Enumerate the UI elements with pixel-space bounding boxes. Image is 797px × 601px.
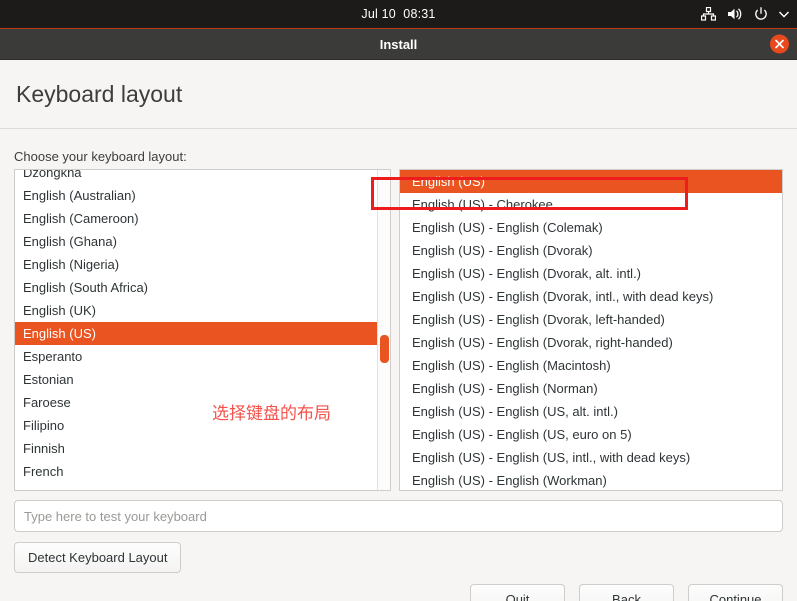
language-list[interactable]: Dzongkha English (Australian) English (Cam… <box>14 169 391 491</box>
chevron-down-icon[interactable] <box>779 11 789 18</box>
list-item[interactable]: Esperanto <box>15 345 390 368</box>
close-icon[interactable] <box>770 34 789 54</box>
page-header: Keyboard layout <box>0 60 797 129</box>
list-item[interactable]: English (US) - English (Dvorak, intl., w… <box>400 285 782 308</box>
page-title: Keyboard layout <box>16 80 183 107</box>
list-item[interactable]: English (Nigeria) <box>15 253 390 276</box>
list-item[interactable]: English (US) - Cherokee <box>400 193 782 216</box>
list-item[interactable]: English (US) - English (US, intl., with … <box>400 446 782 469</box>
detect-keyboard-layout-button[interactable]: Detect Keyboard Layout <box>14 542 182 573</box>
system-tray <box>701 0 789 28</box>
list-item[interactable]: French <box>15 460 390 483</box>
back-button[interactable]: Back <box>579 584 674 601</box>
list-item[interactable]: English (Ghana) <box>15 230 390 253</box>
list-item[interactable]: English (US) - English (Dvorak, right-ha… <box>400 331 782 354</box>
list-item[interactable]: English (US) <box>15 322 390 345</box>
annotation-text: 选择键盘的布局 <box>212 404 331 424</box>
list-item[interactable]: English (South Africa) <box>15 276 390 299</box>
installer-window: Install Keyboard layout Choose your keyb… <box>0 28 797 601</box>
variant-list[interactable]: English (US) English (US) - Cherokee Engli… <box>399 169 783 491</box>
list-item[interactable]: Filipino <box>15 414 390 437</box>
network-icon[interactable] <box>701 7 716 21</box>
power-icon[interactable] <box>754 7 768 21</box>
clock[interactable]: Jul 10 08:31 <box>361 7 435 21</box>
choose-layout-label: Choose your keyboard layout: <box>14 149 187 164</box>
list-item[interactable]: Finnish <box>15 437 390 460</box>
list-item[interactable]: English (US) - English (Dvorak, left-han… <box>400 308 782 331</box>
footer-buttons: Quit Back Continue <box>470 584 783 601</box>
keyboard-test-input[interactable] <box>14 500 783 532</box>
language-list-items: Dzongkha English (Australian) English (Cam… <box>15 170 390 483</box>
list-item[interactable]: English (US) - English (Macintosh) <box>400 354 782 377</box>
window-title: Install <box>379 36 418 52</box>
language-list-scrollbar[interactable] <box>377 170 390 490</box>
window-titlebar: Install <box>0 29 797 60</box>
list-item[interactable]: Faroese <box>15 391 390 414</box>
system-topbar: Jul 10 08:31 <box>0 0 797 28</box>
language-list-scroll-thumb[interactable] <box>380 335 389 363</box>
page-body: Choose your keyboard layout: Dzongkha Eng… <box>0 129 797 601</box>
list-item[interactable]: English (US) - English (US, euro on 5) <box>400 423 782 446</box>
keyboard-lists-row: Dzongkha English (Australian) English (Cam… <box>14 169 783 491</box>
list-item[interactable]: Dzongkha <box>15 170 390 184</box>
list-item[interactable]: English (UK) <box>15 299 390 322</box>
variant-list-items: English (US) English (US) - Cherokee Engli… <box>400 170 782 490</box>
list-item[interactable]: English (Cameroon) <box>15 207 390 230</box>
list-item[interactable]: Estonian <box>15 368 390 391</box>
continue-button[interactable]: Continue <box>688 584 783 601</box>
volume-icon[interactable] <box>727 7 743 21</box>
list-item[interactable]: English (US) - English (Dvorak, alt. int… <box>400 262 782 285</box>
list-item[interactable]: English (US) - English (Dvorak) <box>400 239 782 262</box>
list-item[interactable]: English (US) - English (Norman) <box>400 377 782 400</box>
list-item[interactable]: English (US) - English (Colemak) <box>400 216 782 239</box>
list-item[interactable]: English (US) <box>400 170 782 193</box>
list-item[interactable]: English (US) - English (Workman) <box>400 469 782 490</box>
list-item[interactable]: English (US) - English (US, alt. intl.) <box>400 400 782 423</box>
quit-button[interactable]: Quit <box>470 584 565 601</box>
list-item[interactable]: English (Australian) <box>15 184 390 207</box>
